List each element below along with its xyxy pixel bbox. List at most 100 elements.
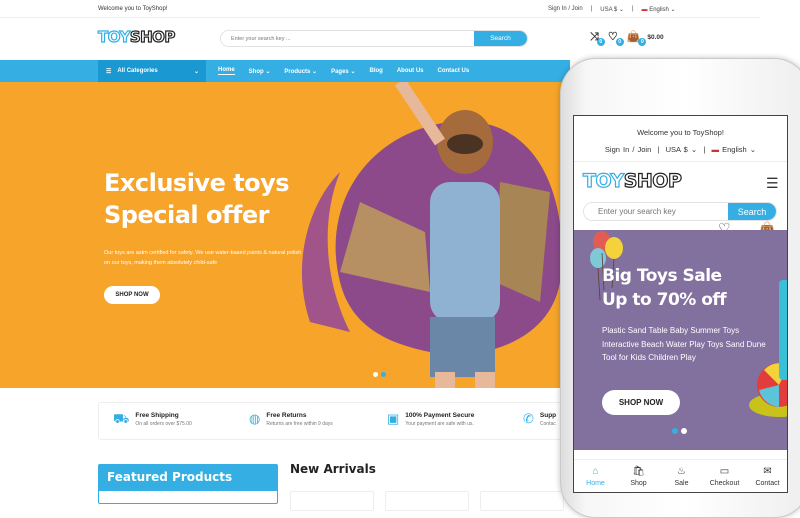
language-label: English bbox=[722, 145, 747, 154]
mobile-screen: Welcome you to ToyShop! Sign In / Join |… bbox=[573, 115, 788, 493]
logo-part: TOY bbox=[97, 27, 131, 46]
header-icons: ⤨ 0 ♡ 0 👜 0 $0.00 bbox=[590, 32, 664, 46]
nav-label: Shop bbox=[248, 68, 264, 75]
all-categories-button[interactable]: ☰ All Categories ⌄ bbox=[98, 60, 206, 82]
slide-dot-active[interactable] bbox=[381, 372, 386, 377]
divider: | bbox=[631, 6, 634, 12]
features-bar: ⛟ Free Shipping On all orders over $75.00 … bbox=[98, 402, 568, 440]
hero-image bbox=[301, 82, 562, 388]
globe-icon: ◍ bbox=[249, 411, 261, 426]
compare-icon[interactable]: ⤨ 0 bbox=[590, 32, 605, 46]
mobile-slider-dots bbox=[672, 428, 687, 434]
support-icon: ✆ bbox=[523, 411, 534, 426]
feature-item: ✆ Supp Contac bbox=[523, 412, 556, 427]
mobile-topbar: Sign In / Join | USA $ ⌄ | ▬ English ⌄ bbox=[604, 145, 757, 154]
logo-part: SHOP bbox=[129, 27, 176, 46]
currency-label: USA $ bbox=[600, 7, 618, 13]
bottom-nav-label: Home bbox=[586, 480, 605, 487]
feature-item: ◍ Free Returns Returns are free within 9 d… bbox=[249, 412, 333, 427]
search-input[interactable] bbox=[221, 31, 474, 46]
mobile-language-select[interactable]: ▬ English ⌄ bbox=[712, 145, 757, 154]
nav-shop[interactable]: Shop ⌄ bbox=[249, 68, 271, 75]
currency-label: USA $ bbox=[665, 145, 688, 154]
feature-title: Free Shipping bbox=[135, 412, 179, 419]
mobile-hero-slider: Big Toys Sale Up to 70% off Plastic Sand … bbox=[574, 230, 787, 450]
nav-pages[interactable]: Pages ⌄ bbox=[331, 68, 355, 75]
nav-contact[interactable]: Contact Us bbox=[438, 68, 470, 74]
bottom-nav-sale[interactable]: ♨ Sale bbox=[660, 460, 703, 492]
feature-sub: Contac bbox=[539, 421, 556, 427]
language-select[interactable]: ▬ English ⌄ bbox=[642, 6, 676, 13]
mobile-welcome: Welcome you to ToyShop! bbox=[637, 128, 724, 137]
bottom-nav-checkout[interactable]: ▭ Checkout bbox=[703, 460, 746, 492]
featured-products-title: Featured Products bbox=[99, 465, 277, 491]
mobile-search-bar: Search bbox=[583, 202, 777, 221]
wishlist-badge: 0 bbox=[615, 38, 624, 46]
signin-link[interactable]: Sign In / Join bbox=[548, 6, 583, 13]
mail-icon: ✉ bbox=[763, 466, 772, 477]
cart-total: $0.00 bbox=[647, 34, 664, 41]
slide-dot[interactable] bbox=[681, 428, 687, 434]
bottom-nav-shop[interactable]: 🛍 Shop bbox=[617, 460, 660, 492]
wallet-icon: ▭ bbox=[719, 466, 730, 477]
slide-dot-active[interactable] bbox=[672, 428, 678, 434]
product-card[interactable] bbox=[290, 491, 374, 511]
top-bar: Welcome you to ToyShop! Sign In / Join | … bbox=[0, 0, 760, 18]
nav-label: Products bbox=[284, 68, 311, 75]
mobile-hero-title-line: Up to 70% off bbox=[602, 290, 727, 310]
truck-icon: ⛟ bbox=[113, 411, 130, 426]
logo[interactable]: TOYSHOP bbox=[97, 27, 176, 46]
fire-icon: ♨ bbox=[677, 466, 686, 477]
bottom-nav-label: Checkout bbox=[709, 480, 740, 487]
product-card[interactable] bbox=[480, 491, 564, 511]
nav-home[interactable]: Home bbox=[218, 67, 235, 75]
cart-badge: 0 bbox=[638, 38, 647, 46]
mobile-search-input[interactable] bbox=[584, 203, 728, 220]
feature-title: Free Returns bbox=[266, 412, 307, 419]
bottom-nav-home[interactable]: ⌂ Home bbox=[574, 460, 617, 492]
chevron-down-icon: ⌄ bbox=[193, 68, 199, 75]
us-flag-icon: ▬ bbox=[641, 7, 648, 13]
bottom-nav-label: Sale bbox=[674, 480, 689, 487]
mobile-hero-title-line: Big Toys Sale bbox=[602, 266, 722, 286]
all-categories-label: All Categories bbox=[117, 68, 158, 74]
hero-slider: Exclusive toys Special offer Our toys are… bbox=[0, 82, 570, 388]
currency-select[interactable]: USA $ ⌄ bbox=[600, 6, 624, 13]
compare-badge: 0 bbox=[596, 38, 605, 46]
product-card[interactable] bbox=[385, 491, 469, 511]
new-arrivals-title: New Arrivals bbox=[290, 462, 376, 476]
bottom-nav-contact[interactable]: ✉ Contact bbox=[746, 460, 787, 492]
feature-title: 100% Payment Secure bbox=[405, 412, 475, 419]
bottom-nav-label: Shop bbox=[630, 480, 647, 487]
hamburger-menu-icon[interactable]: ☰ bbox=[766, 175, 779, 192]
hero-title: Exclusive toys Special offer bbox=[104, 167, 290, 231]
mobile-currency-select[interactable]: USA $ ⌄ bbox=[666, 145, 698, 154]
home-icon: ⌂ bbox=[592, 466, 599, 477]
hero-text: Our toys are astm certified for safety. … bbox=[104, 250, 302, 266]
feature-title: Supp bbox=[539, 412, 557, 419]
mobile-search-button[interactable]: Search bbox=[728, 203, 776, 220]
language-label: English bbox=[649, 7, 669, 13]
hero-shop-now-button[interactable]: SHOP NOW bbox=[104, 286, 160, 304]
mobile-signin-link[interactable]: Sign In / Join bbox=[605, 145, 651, 154]
search-button[interactable]: Search bbox=[474, 31, 527, 46]
secure-payment-icon: ▣ bbox=[387, 411, 400, 426]
welcome-text: Welcome you to ToyShop! bbox=[98, 6, 168, 12]
menu-icon: ☰ bbox=[106, 68, 112, 75]
logo-part: SHOP bbox=[623, 169, 682, 192]
mobile-hero-text: Plastic Sand Table Baby Summer Toys Inte… bbox=[602, 326, 766, 362]
nav-blog[interactable]: Blog bbox=[369, 68, 382, 74]
slide-dot[interactable] bbox=[373, 372, 378, 377]
slider-dots bbox=[373, 372, 386, 377]
cart-icon[interactable]: 👜 0 bbox=[627, 32, 647, 46]
feature-item: ▣ 100% Payment Secure Your payment are saf… bbox=[387, 412, 474, 427]
mobile-shop-now-button[interactable]: SHOP NOW bbox=[602, 390, 680, 415]
nav-products[interactable]: Products ⌄ bbox=[284, 68, 317, 75]
mobile-bottom-nav: ⌂ Home 🛍 Shop ♨ Sale ▭ Checkout ✉ Contact bbox=[574, 459, 787, 492]
bag-icon: 🛍 bbox=[632, 466, 645, 477]
mobile-logo[interactable]: TOYSHOP bbox=[582, 169, 682, 192]
nav-about[interactable]: About Us bbox=[397, 68, 424, 74]
bottom-nav-label: Contact bbox=[755, 480, 780, 487]
us-flag-icon: ▬ bbox=[711, 145, 720, 154]
wishlist-icon[interactable]: ♡ 0 bbox=[608, 32, 624, 46]
